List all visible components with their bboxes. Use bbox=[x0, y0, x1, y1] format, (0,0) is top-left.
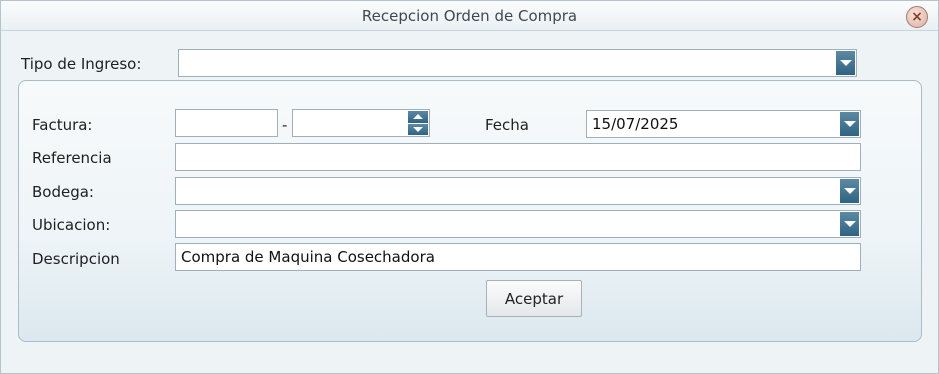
chevron-down-icon[interactable] bbox=[840, 112, 859, 136]
spinner-down-button[interactable] bbox=[408, 123, 428, 135]
descripcion-value: Compra de Maquina Cosechadora bbox=[181, 248, 435, 266]
referencia-input[interactable] bbox=[175, 143, 861, 171]
spinner-up-button[interactable] bbox=[408, 111, 428, 123]
aceptar-button[interactable]: Aceptar bbox=[486, 280, 582, 317]
bodega-select[interactable] bbox=[175, 177, 861, 205]
ubicacion-label: Ubicacion: bbox=[32, 216, 111, 234]
chevron-down-icon[interactable] bbox=[836, 51, 855, 75]
tipo-ingreso-select[interactable] bbox=[178, 49, 857, 77]
descripcion-input[interactable]: Compra de Maquina Cosechadora bbox=[175, 243, 861, 271]
fecha-date-picker[interactable]: 15/07/2025 bbox=[586, 110, 861, 138]
fecha-value: 15/07/2025 bbox=[592, 115, 679, 133]
spinner-icon bbox=[408, 111, 428, 136]
fecha-label: Fecha bbox=[485, 116, 529, 134]
close-button[interactable]: × bbox=[906, 6, 928, 28]
close-icon: × bbox=[911, 9, 923, 25]
ubicacion-select[interactable] bbox=[175, 210, 861, 238]
bodega-label: Bodega: bbox=[32, 183, 94, 201]
factura-number-stepper[interactable] bbox=[292, 109, 430, 137]
descripcion-label: Descripcion bbox=[32, 250, 120, 268]
dialog-window: Recepcion Orden de Compra × Tipo de Ingr… bbox=[0, 0, 939, 374]
tipo-ingreso-label: Tipo de Ingreso: bbox=[21, 55, 142, 73]
chevron-down-icon[interactable] bbox=[840, 212, 859, 236]
factura-label: Factura: bbox=[32, 116, 93, 134]
title-bar: Recepcion Orden de Compra × bbox=[1, 1, 938, 31]
referencia-label: Referencia bbox=[32, 149, 112, 167]
chevron-down-icon[interactable] bbox=[840, 179, 859, 203]
factura-series-input[interactable] bbox=[175, 109, 278, 137]
dialog-title: Recepcion Orden de Compra bbox=[361, 7, 578, 25]
factura-separator: - bbox=[282, 116, 288, 134]
